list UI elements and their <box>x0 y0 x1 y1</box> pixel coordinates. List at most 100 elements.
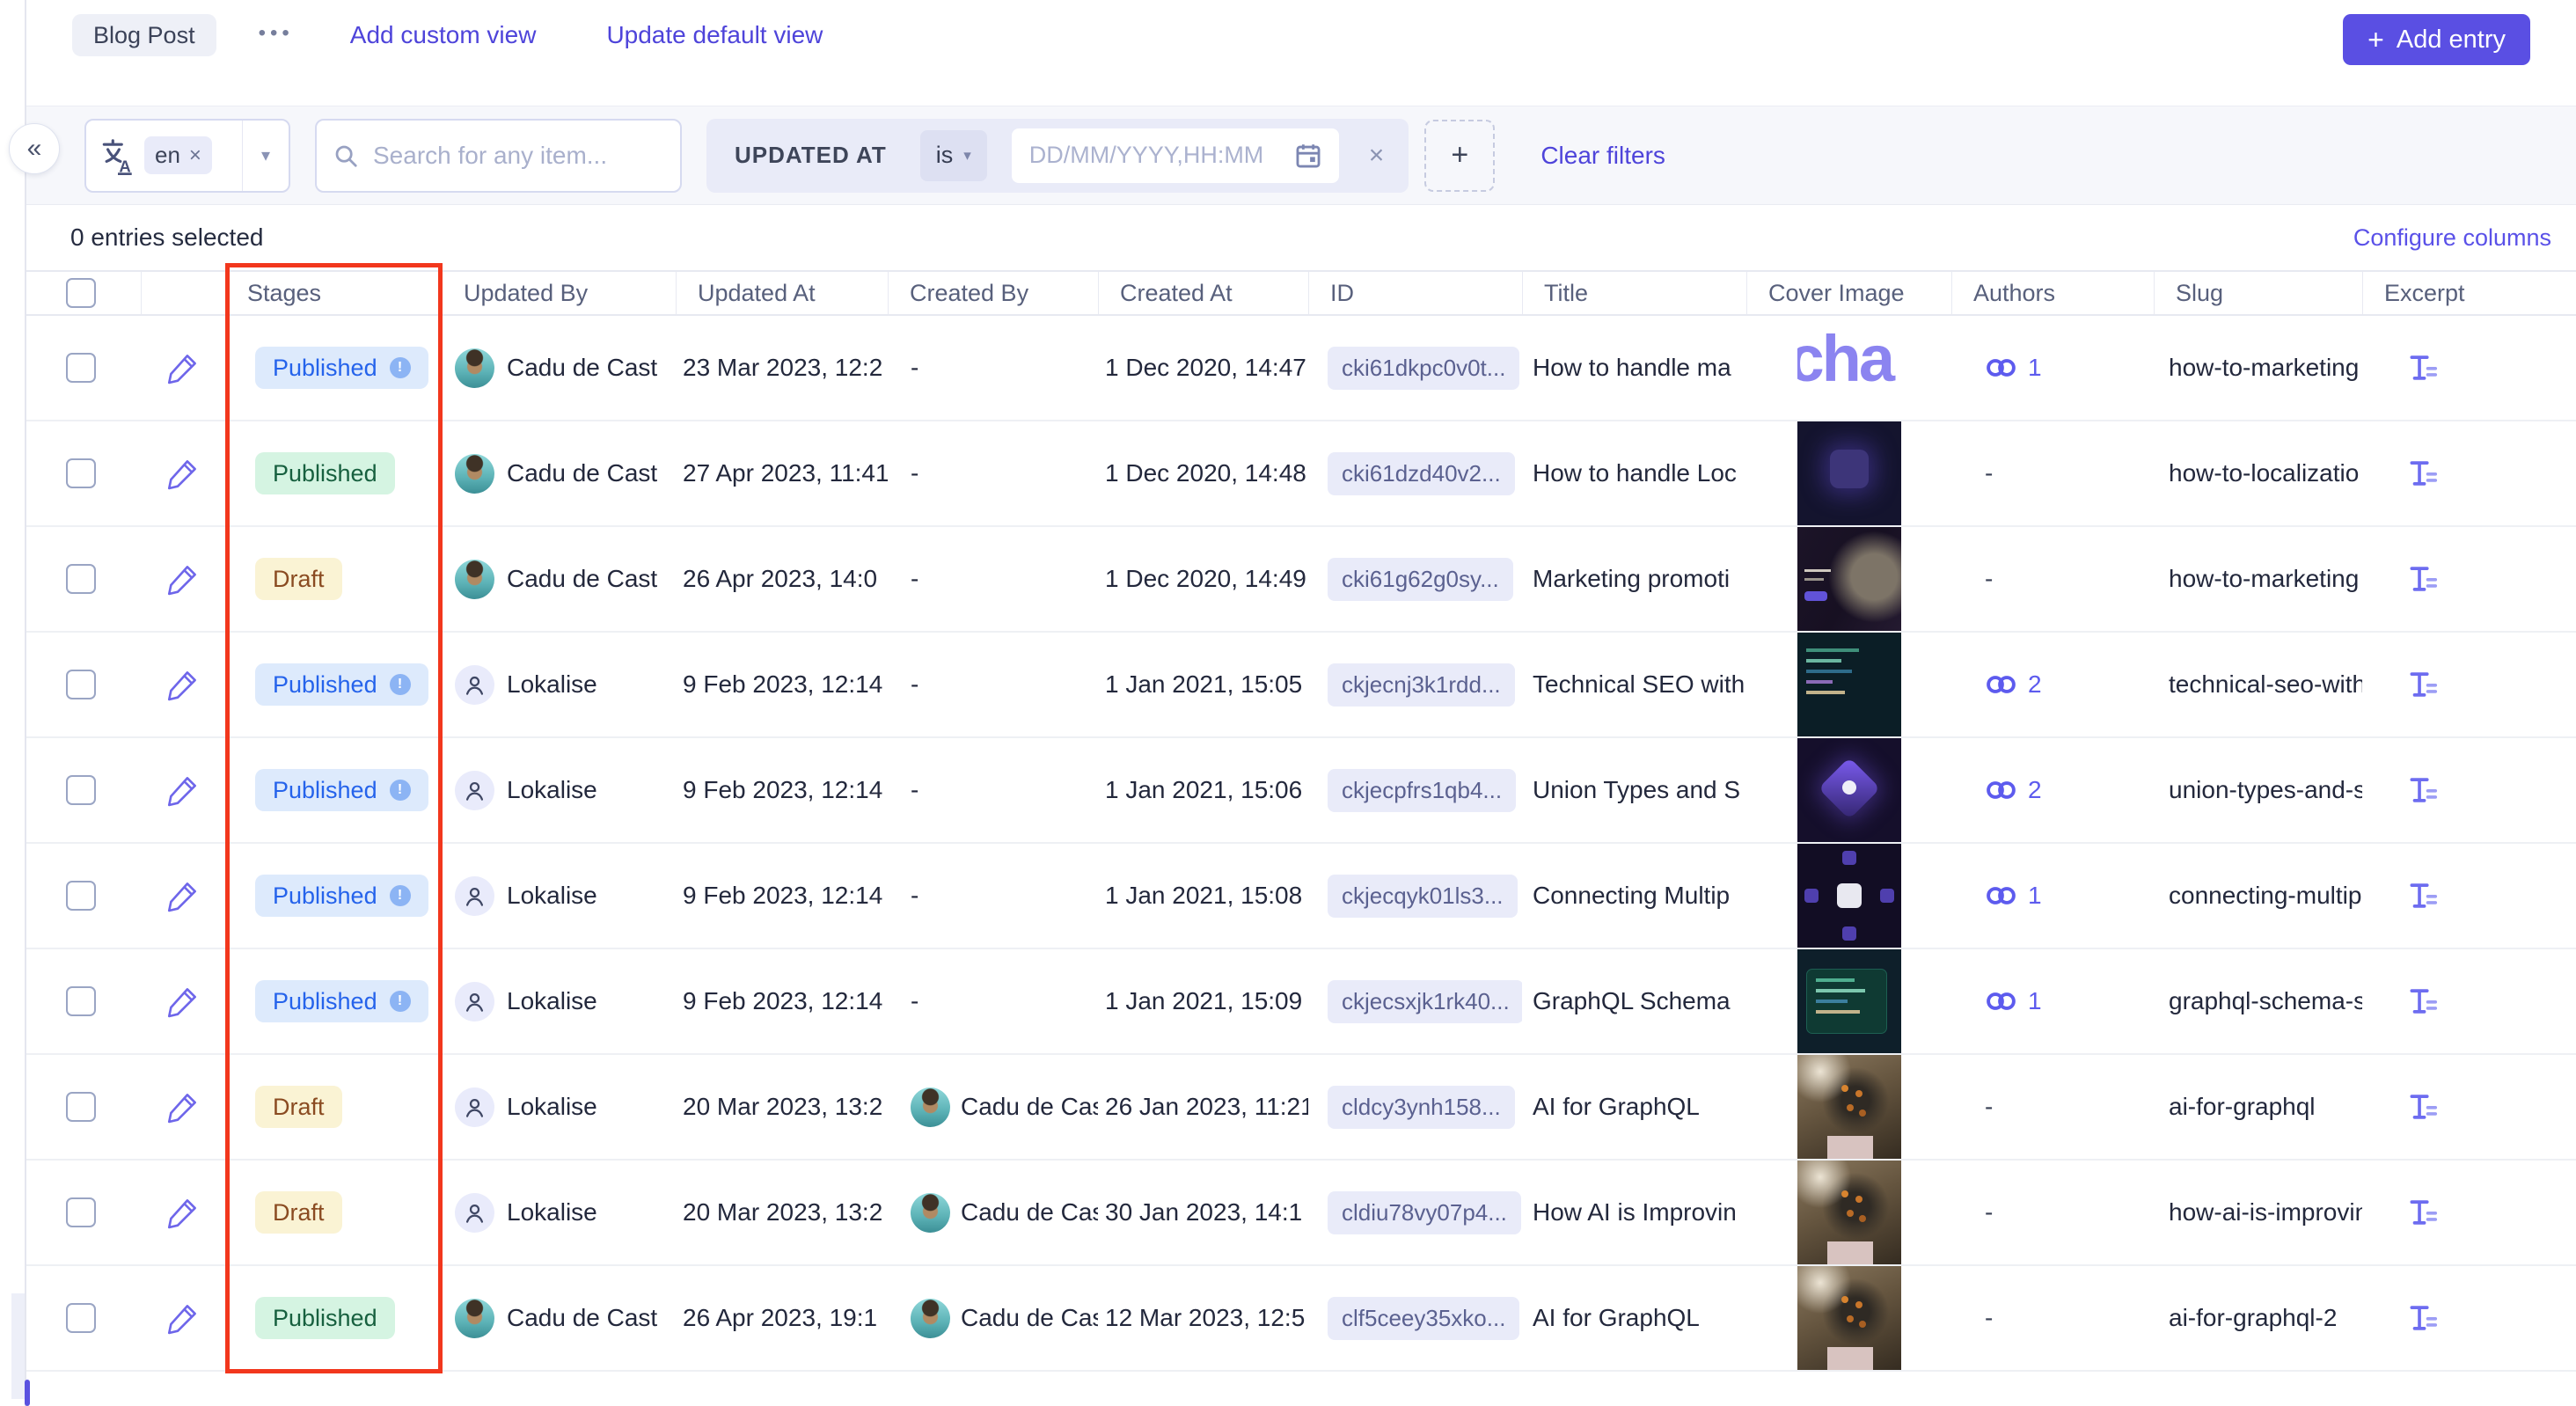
add-custom-view-link[interactable]: Add custom view <box>350 14 537 56</box>
col-header-stages[interactable]: Stages <box>225 272 442 314</box>
row-checkbox[interactable] <box>66 775 96 805</box>
table-row[interactable]: Published ! Lokalise 9 Feb 2023, 12:14 -… <box>26 844 2576 949</box>
rich-text-icon[interactable] <box>2406 1090 2440 1124</box>
edit-pencil-icon[interactable] <box>165 1300 201 1336</box>
language-filter[interactable]: A en × ▾ <box>84 119 290 193</box>
rich-text-icon[interactable] <box>2406 773 2440 807</box>
add-entry-button[interactable]: + Add entry <box>2343 14 2530 65</box>
rich-text-icon[interactable] <box>2406 562 2440 596</box>
col-header-updated-by[interactable]: Updated By <box>442 272 676 314</box>
remove-filter-icon[interactable]: × <box>1369 143 1385 169</box>
title-cell: Union Types and S <box>1522 738 1746 842</box>
edit-pencil-icon[interactable] <box>165 455 201 492</box>
updated-by-cell: Cadu de Cast <box>442 527 676 631</box>
table-row[interactable]: Draft Lokalise 20 Mar 2023, 13:2 Cadu de… <box>26 1161 2576 1266</box>
edit-pencil-icon[interactable] <box>165 666 201 703</box>
search-input[interactable] <box>371 141 664 171</box>
left-scrollbar-thumb[interactable] <box>25 1380 30 1406</box>
row-checkbox[interactable] <box>66 1197 96 1227</box>
col-header-cover-image[interactable]: Cover Image <box>1746 272 1951 314</box>
edit-pencil-icon[interactable] <box>165 1194 201 1231</box>
col-header-authors[interactable]: Authors <box>1951 272 2154 314</box>
stage-badge: Published ! <box>255 980 428 1022</box>
created-by-name: - <box>911 565 918 593</box>
table-row[interactable]: Draft Cadu de Cast 26 Apr 2023, 14:0 - 1… <box>26 527 2576 633</box>
rich-text-icon[interactable] <box>2406 879 2440 912</box>
table-row[interactable]: Published Cadu de Cast 26 Apr 2023, 19:1… <box>26 1266 2576 1372</box>
col-header-id[interactable]: ID <box>1308 272 1522 314</box>
date-input[interactable] <box>1028 141 1283 170</box>
edit-pencil-icon[interactable] <box>165 983 201 1020</box>
rich-text-icon[interactable] <box>2406 985 2440 1018</box>
rich-text-icon[interactable] <box>2406 457 2440 490</box>
authors-relation[interactable]: 1 <box>1985 354 2042 382</box>
row-checkbox[interactable] <box>66 881 96 911</box>
calendar-icon[interactable] <box>1293 141 1323 171</box>
col-header-title[interactable]: Title <box>1522 272 1746 314</box>
stage-info-icon[interactable]: ! <box>390 674 411 695</box>
row-checkbox[interactable] <box>66 353 96 383</box>
cover-image-cell <box>1746 738 1951 842</box>
view-tab-blog-post[interactable]: Blog Post <box>72 14 216 56</box>
update-default-view-link[interactable]: Update default view <box>606 14 823 56</box>
collapse-panel-button[interactable]: « <box>9 123 60 174</box>
authors-relation[interactable]: 1 <box>1985 987 2042 1015</box>
col-header-excerpt[interactable]: Excerpt <box>2362 272 2576 314</box>
title-cell: AI for GraphQL <box>1522 1266 1746 1370</box>
stage-info-icon[interactable]: ! <box>390 885 411 906</box>
filter-operator-dropdown[interactable]: is ▾ <box>920 130 987 181</box>
entry-id-chip: ckjecpfrs1qb4... <box>1328 769 1516 812</box>
row-checkbox[interactable] <box>66 564 96 594</box>
configure-columns-link[interactable]: Configure columns <box>2353 224 2551 252</box>
language-chip[interactable]: en × <box>144 136 212 174</box>
table-row[interactable]: Published Cadu de Cast 27 Apr 2023, 11:4… <box>26 421 2576 527</box>
edit-pencil-icon[interactable] <box>165 1088 201 1125</box>
created-by-cell: - <box>888 844 1098 948</box>
authors-relation[interactable]: 1 <box>1985 882 2042 910</box>
slug-cell: graphql-schema-s <box>2154 949 2362 1053</box>
authors-cell: - <box>1951 1266 2154 1370</box>
updated-by-name: Cadu de Cast <box>507 565 657 593</box>
table-row[interactable]: Published ! Lokalise 9 Feb 2023, 12:14 -… <box>26 949 2576 1055</box>
row-select-cell <box>26 844 141 948</box>
row-checkbox[interactable] <box>66 1303 96 1333</box>
select-all-checkbox[interactable] <box>66 278 96 308</box>
authors-relation[interactable]: 2 <box>1985 776 2042 804</box>
row-checkbox[interactable] <box>66 458 96 488</box>
rich-text-icon[interactable] <box>2406 668 2440 701</box>
row-checkbox[interactable] <box>66 670 96 699</box>
table-row[interactable]: Published ! Cadu de Cast 23 Mar 2023, 12… <box>26 316 2576 421</box>
rich-text-icon[interactable] <box>2406 351 2440 384</box>
updated-by-name: Lokalise <box>507 882 597 910</box>
col-header-slug[interactable]: Slug <box>2154 272 2362 314</box>
table-row[interactable]: Draft Lokalise 20 Mar 2023, 13:2 Cadu de… <box>26 1055 2576 1161</box>
language-dropdown-caret[interactable]: ▾ <box>242 121 289 191</box>
clear-filters-link[interactable]: Clear filters <box>1540 142 1665 170</box>
row-checkbox[interactable] <box>66 986 96 1016</box>
edit-pencil-icon[interactable] <box>165 877 201 914</box>
updated-at-cell: 26 Apr 2023, 14:0 <box>676 527 888 631</box>
stage-label: Published <box>273 988 377 1015</box>
col-header-created-at[interactable]: Created At <box>1098 272 1308 314</box>
rich-text-icon[interactable] <box>2406 1301 2440 1335</box>
edit-pencil-icon[interactable] <box>165 772 201 809</box>
left-scrollbar-track[interactable] <box>11 1293 25 1399</box>
remove-language-icon[interactable]: × <box>189 145 201 166</box>
table-row[interactable]: Published ! Lokalise 9 Feb 2023, 12:14 -… <box>26 633 2576 738</box>
col-header-updated-at[interactable]: Updated At <box>676 272 888 314</box>
col-header-created-by[interactable]: Created By <box>888 272 1098 314</box>
more-views-button[interactable]: ••• <box>259 14 294 56</box>
row-select-cell <box>26 527 141 631</box>
table-row[interactable]: Published ! Lokalise 9 Feb 2023, 12:14 -… <box>26 738 2576 844</box>
updated-by-avatar <box>455 665 494 705</box>
stage-info-icon[interactable]: ! <box>390 991 411 1012</box>
row-select-cell <box>26 1055 141 1159</box>
row-checkbox[interactable] <box>66 1092 96 1122</box>
stage-info-icon[interactable]: ! <box>390 357 411 378</box>
authors-relation[interactable]: 2 <box>1985 670 2042 699</box>
edit-pencil-icon[interactable] <box>165 560 201 597</box>
stage-info-icon[interactable]: ! <box>390 780 411 801</box>
edit-pencil-icon[interactable] <box>165 349 201 386</box>
add-filter-button[interactable]: + <box>1424 120 1495 192</box>
rich-text-icon[interactable] <box>2406 1196 2440 1229</box>
